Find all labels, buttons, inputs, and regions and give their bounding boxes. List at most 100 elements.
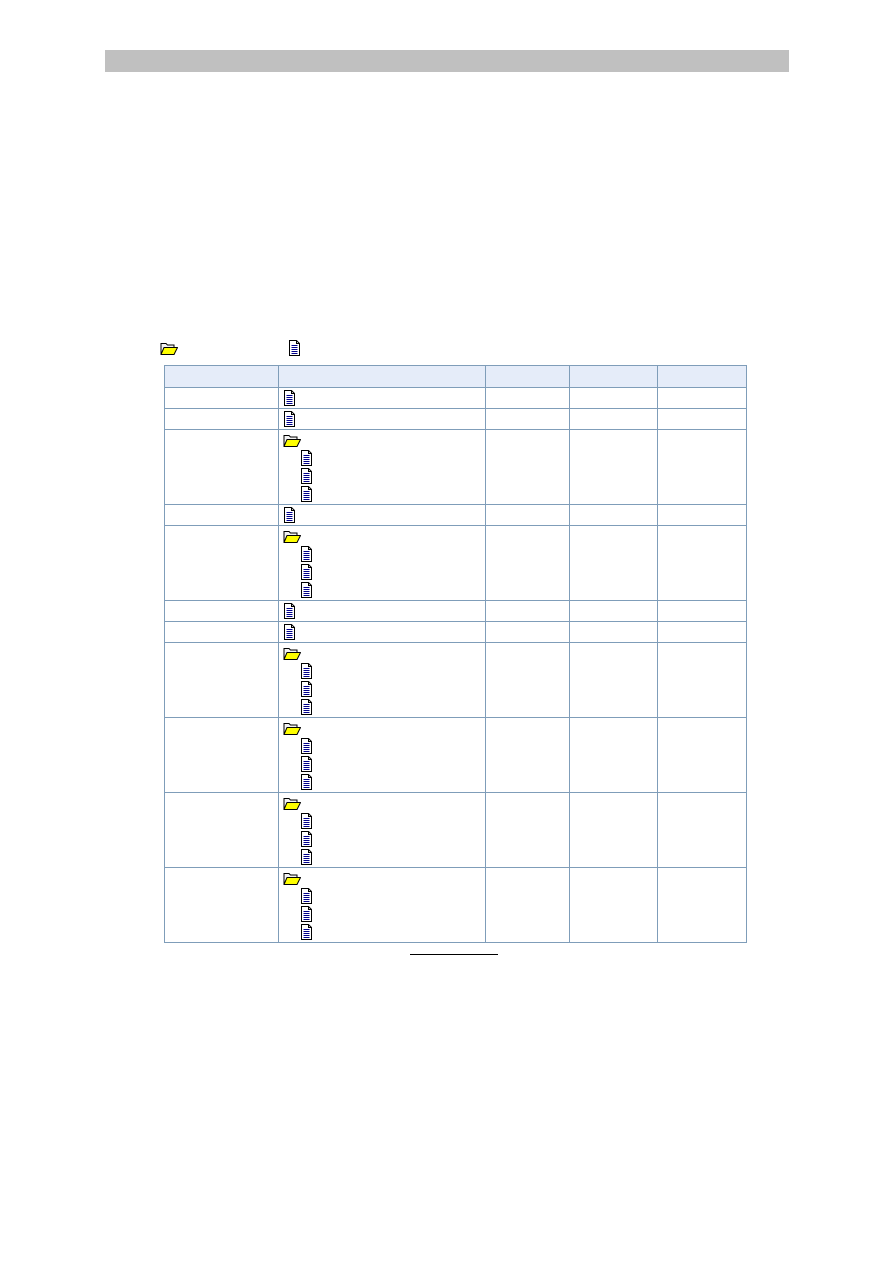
tree-document-node bbox=[279, 449, 485, 467]
folder-open-icon bbox=[283, 720, 301, 736]
tree-document-node bbox=[279, 506, 485, 524]
table-cell bbox=[164, 642, 279, 718]
tree-document-node bbox=[279, 467, 485, 485]
document-icon bbox=[300, 450, 313, 466]
tree-cell bbox=[278, 867, 486, 943]
table-cell bbox=[569, 504, 658, 526]
table-cell bbox=[485, 504, 570, 526]
table-cell bbox=[485, 387, 570, 409]
tree-document-node bbox=[279, 698, 485, 716]
tree-document-node bbox=[279, 581, 485, 599]
table-cell bbox=[569, 387, 658, 409]
document-icon bbox=[300, 849, 313, 865]
table-row bbox=[164, 600, 747, 622]
tree-document-node bbox=[279, 680, 485, 698]
table-cell bbox=[657, 867, 747, 943]
tree-folder-node bbox=[279, 431, 485, 449]
table-cell bbox=[164, 792, 279, 868]
document-icon bbox=[283, 507, 296, 523]
document-icon bbox=[300, 738, 313, 754]
tree-folder-node bbox=[279, 794, 485, 812]
tree-folder-node bbox=[279, 719, 485, 737]
tree-cell bbox=[278, 429, 486, 505]
legend-folder bbox=[160, 340, 178, 358]
tree-document-node bbox=[279, 737, 485, 755]
legend-document bbox=[288, 340, 301, 358]
column-header bbox=[164, 365, 279, 388]
table-cell bbox=[164, 621, 279, 643]
table-cell bbox=[485, 525, 570, 601]
tree-document-node bbox=[279, 887, 485, 905]
document-icon bbox=[300, 906, 313, 922]
table-row bbox=[164, 621, 747, 643]
table-row bbox=[164, 642, 747, 718]
tree-cell bbox=[278, 792, 486, 868]
table-cell bbox=[485, 867, 570, 943]
tree-document-node bbox=[279, 389, 485, 407]
table-row bbox=[164, 792, 747, 868]
table-cell bbox=[164, 600, 279, 622]
tree-cell bbox=[278, 504, 486, 526]
table-row bbox=[164, 387, 747, 409]
tree-document-node bbox=[279, 923, 485, 941]
tree-folder-node bbox=[279, 869, 485, 887]
document-icon bbox=[300, 468, 313, 484]
table-cell bbox=[657, 525, 747, 601]
document-icon bbox=[300, 582, 313, 598]
table-row bbox=[164, 408, 747, 430]
document-icon bbox=[300, 564, 313, 580]
column-header bbox=[485, 365, 570, 388]
tree-cell bbox=[278, 621, 486, 643]
column-header bbox=[657, 365, 747, 388]
table-cell bbox=[569, 621, 658, 643]
tree-folder-node bbox=[279, 527, 485, 545]
table-cell bbox=[657, 621, 747, 643]
document-icon bbox=[283, 624, 296, 640]
table-cell bbox=[164, 525, 279, 601]
table-row bbox=[164, 504, 747, 526]
folder-open-icon bbox=[283, 528, 301, 544]
tree-cell bbox=[278, 408, 486, 430]
table-cell bbox=[657, 387, 747, 409]
table-cell bbox=[569, 525, 658, 601]
table-cell bbox=[485, 621, 570, 643]
tree-cell bbox=[278, 387, 486, 409]
table-row bbox=[164, 429, 747, 505]
tree-document-node bbox=[279, 602, 485, 620]
table-row bbox=[164, 525, 747, 601]
table-cell bbox=[569, 408, 658, 430]
table-cell bbox=[657, 792, 747, 868]
tree-document-node bbox=[279, 773, 485, 791]
tree-document-node bbox=[279, 812, 485, 830]
table-cell bbox=[657, 642, 747, 718]
folder-open-icon bbox=[160, 340, 178, 356]
column-header bbox=[278, 365, 486, 388]
document-icon bbox=[300, 831, 313, 847]
table-cell bbox=[569, 429, 658, 505]
tree-cell bbox=[278, 717, 486, 793]
table-row bbox=[164, 717, 747, 793]
folder-open-icon bbox=[283, 645, 301, 661]
tree-document-node bbox=[279, 755, 485, 773]
tree-cell bbox=[278, 642, 486, 718]
document-icon bbox=[300, 813, 313, 829]
table-cell bbox=[485, 600, 570, 622]
table-cell bbox=[485, 429, 570, 505]
document-icon bbox=[283, 390, 296, 406]
table-cell bbox=[657, 504, 747, 526]
document-icon bbox=[283, 411, 296, 427]
tree-document-node bbox=[279, 545, 485, 563]
document-icon bbox=[300, 699, 313, 715]
document-icon bbox=[300, 681, 313, 697]
table-cell bbox=[485, 717, 570, 793]
table-cell bbox=[485, 642, 570, 718]
tree-document-node bbox=[279, 905, 485, 923]
document-icon bbox=[300, 546, 313, 562]
folder-open-icon bbox=[283, 795, 301, 811]
folder-open-icon bbox=[283, 432, 301, 448]
tree-document-node bbox=[279, 563, 485, 581]
table-cell bbox=[485, 792, 570, 868]
tree-document-node bbox=[279, 848, 485, 866]
table-cell bbox=[657, 408, 747, 430]
table-cell bbox=[569, 600, 658, 622]
